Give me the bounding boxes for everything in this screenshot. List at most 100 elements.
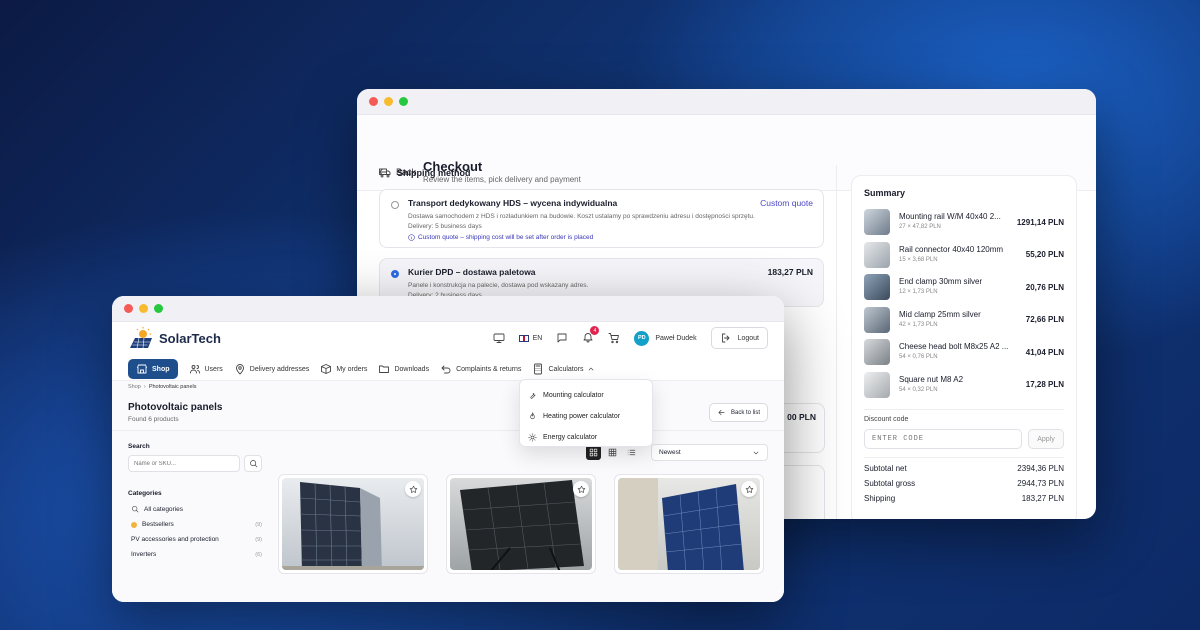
monitor-icon[interactable] <box>493 332 505 344</box>
product-card[interactable] <box>614 474 764 574</box>
window-titlebar <box>357 89 1096 115</box>
logout-label: Logout <box>737 334 759 342</box>
apply-button[interactable]: Apply <box>1028 429 1064 449</box>
nav-label: Shop <box>152 365 170 373</box>
item-total: 20,76 PLN <box>1025 282 1064 292</box>
nav-item-complaints[interactable]: Complaints & returns <box>440 363 521 375</box>
brand-name: SolarTech <box>159 330 221 346</box>
notifications-button[interactable]: 4 <box>582 326 600 345</box>
menu-item-label: Heating power calculator <box>543 413 621 420</box>
language-selector[interactable]: EN <box>518 334 543 342</box>
product-card[interactable] <box>446 474 596 574</box>
option-title: Transport dedykowany HDS – wycena indywi… <box>408 198 618 208</box>
item-qty: 54 × 0,76 PLN <box>899 354 938 361</box>
category-item[interactable]: PV accessories and protection (9) <box>128 536 262 543</box>
search-input[interactable] <box>128 455 240 472</box>
cart-icon[interactable] <box>608 332 620 344</box>
favorite-button[interactable] <box>405 481 421 497</box>
nav-item-downloads[interactable]: Downloads <box>378 363 429 375</box>
chat-icon[interactable] <box>556 332 568 344</box>
nav-item-users[interactable]: Users <box>189 363 223 375</box>
list-icon <box>627 449 636 456</box>
option-note-text: Custom quote – shipping cost will be set… <box>418 234 594 241</box>
item-total: 55,20 PLN <box>1025 250 1064 260</box>
shipping-heading-label: Shipping method <box>397 168 471 178</box>
info-icon <box>408 234 415 241</box>
back-to-list-button[interactable]: Back to list <box>708 403 768 422</box>
category-item[interactable]: Bestsellers (9) <box>128 521 262 528</box>
radio-button-selected[interactable] <box>391 270 399 278</box>
shipping-option-hds[interactable]: Transport dedykowany HDS – wycena indywi… <box>379 189 824 248</box>
nav-item-shop[interactable]: Shop <box>128 359 178 379</box>
item-name: Rail connector 40x40 120mm <box>899 244 1004 254</box>
option-description: Dostawa samochodem z HDS i rozładunkiem … <box>408 213 755 220</box>
category-name: PV accessories and protection <box>131 536 219 543</box>
map-pin-icon <box>235 364 244 375</box>
sun-panel-logo-icon <box>130 327 152 349</box>
item-name: Cheese head bolt M8x25 A2 ... <box>899 342 1009 352</box>
chevron-up-icon <box>589 367 594 371</box>
nav-item-my-orders[interactable]: My orders <box>320 363 367 375</box>
notification-badge: 4 <box>590 326 600 335</box>
maximize-window-button[interactable] <box>154 304 163 313</box>
close-window-button[interactable] <box>369 97 378 106</box>
search-icon <box>132 506 139 513</box>
bestseller-icon <box>131 521 137 528</box>
users-icon <box>189 365 200 374</box>
favorite-button[interactable] <box>741 481 757 497</box>
subtotal-net-row: Subtotal net 2394,36 PLN <box>864 464 1064 473</box>
search-button[interactable] <box>244 455 262 472</box>
favorite-button[interactable] <box>573 481 589 497</box>
category-name: All categories <box>144 505 184 513</box>
brand-logo[interactable]: SolarTech <box>128 327 221 349</box>
discount-code-input[interactable] <box>864 429 1022 449</box>
sort-value: Newest <box>659 449 681 456</box>
subtotal-gross-label: Subtotal gross <box>864 479 916 488</box>
filter-sidebar: Search Categories All categories Bestsel… <box>128 443 262 558</box>
item-qty: 15 × 3,68 PLN <box>899 256 938 263</box>
product-card[interactable] <box>278 474 428 574</box>
maximize-window-button[interactable] <box>399 97 408 106</box>
language-code: EN <box>532 334 543 342</box>
subtotal-net-value: 2394,36 PLN <box>1017 464 1064 473</box>
summary-list: Mounting rail W/M 40x40 2... 27 × 47,82 P… <box>864 206 1064 401</box>
shipping-value: 183,27 PLN <box>1021 494 1064 503</box>
radio-button[interactable] <box>391 201 399 209</box>
grid-icon <box>589 448 598 457</box>
nav-item-calculators[interactable]: Calculators <box>532 363 595 375</box>
product-count: Found 6 products <box>128 416 179 423</box>
nav-label: Calculators <box>548 365 584 373</box>
window-titlebar <box>112 296 784 322</box>
item-name: End clamp 30mm silver <box>899 277 983 287</box>
divider <box>112 430 784 431</box>
truck-icon <box>379 168 391 178</box>
menu-item-mounting-calculator[interactable]: Mounting calculator <box>520 385 652 406</box>
nav-item-delivery-addresses[interactable]: Delivery addresses <box>234 363 310 375</box>
logout-button[interactable]: Logout <box>710 327 768 349</box>
grid-small-icon <box>608 448 617 457</box>
category-item[interactable]: All categories <box>128 505 262 513</box>
summary-line-item: Cheese head bolt M8x25 A2 ... 54 × 0,76 P… <box>864 336 1064 369</box>
sort-select[interactable]: Newest <box>651 444 768 461</box>
user-menu[interactable]: PD Paweł Dudek <box>634 330 697 346</box>
category-item[interactable]: Inverters (6) <box>128 551 262 558</box>
nav-label: Delivery addresses <box>249 365 310 373</box>
star-icon <box>745 485 753 493</box>
close-window-button[interactable] <box>124 304 133 313</box>
nav-label: Downloads <box>394 365 430 373</box>
breadcrumb-shop[interactable]: Shop <box>128 384 141 390</box>
flame-icon <box>530 412 535 420</box>
logout-icon <box>721 333 730 343</box>
option-delivery: Delivery: 5 business days <box>408 223 482 230</box>
chevron-down-icon <box>753 451 759 454</box>
menu-item-energy-calculator[interactable]: Energy calculator <box>520 427 652 448</box>
minimize-window-button[interactable] <box>139 304 148 313</box>
divider <box>864 409 1064 410</box>
minimize-window-button[interactable] <box>384 97 393 106</box>
item-qty: 12 × 1,73 PLN <box>899 289 938 296</box>
shipping-label: Shipping <box>864 494 896 503</box>
menu-item-heating-power-calculator[interactable]: Heating power calculator <box>520 406 652 427</box>
subtotal-gross-value: 2944,73 PLN <box>1017 479 1064 488</box>
item-qty: 27 × 47,82 PLN <box>899 224 941 231</box>
product-thumbnail <box>864 371 890 398</box>
